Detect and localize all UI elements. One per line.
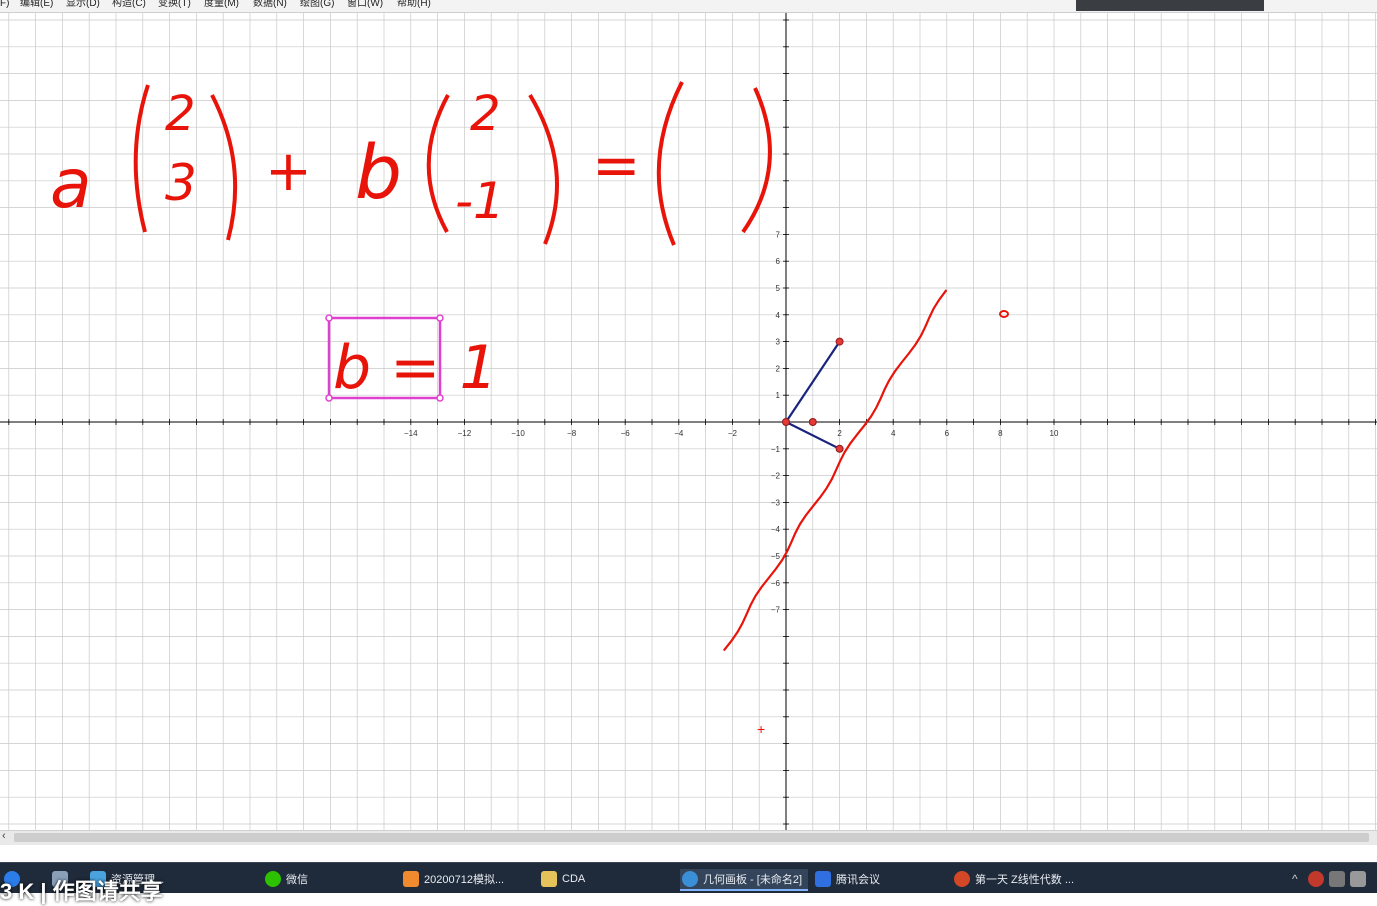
x-tick-label: 10 xyxy=(1050,429,1059,438)
y-tick-label: 3 xyxy=(776,338,781,347)
tray-volume-icon xyxy=(1349,871,1366,887)
vec2-top: 2 xyxy=(470,86,501,142)
menu-graph[interactable]: 绘图(G) xyxy=(300,0,334,11)
y-tick-label: 1 xyxy=(776,391,781,400)
taskbar: 资源管理... 微信 20200712模拟... CDA 几何画板 - [未命名… xyxy=(0,862,1377,893)
graph-point[interactable] xyxy=(808,418,817,426)
vec1-bottom: 3 xyxy=(165,154,197,212)
x-axis-tick-labels: −14 −12 −10 −8 −6 −4 −2 2 4 6 8 10 xyxy=(404,429,1059,438)
x-tick-label: 2 xyxy=(837,429,842,438)
x-tick-label: −2 xyxy=(728,429,738,438)
y-tick-label: −6 xyxy=(771,579,781,588)
coef-b: b xyxy=(355,130,402,216)
taskbar-item-cda[interactable]: CDA xyxy=(541,869,585,889)
menu-transform[interactable]: 变换(T) xyxy=(158,0,191,11)
equals-sign: = xyxy=(592,131,641,199)
scroll-left-icon[interactable]: ‹ xyxy=(2,830,6,842)
axes xyxy=(0,13,1377,830)
menu-window[interactable]: 窗口(W) xyxy=(347,0,383,11)
right-paren-2 xyxy=(528,93,559,245)
graph-canvas[interactable]: −14 −12 −10 −8 −6 −4 −2 2 4 6 8 10 7654321−1−2−3−4−… xyxy=(0,13,1377,830)
y-tick-label: 5 xyxy=(776,284,781,293)
taskbar-item-wechat[interactable]: 微信 xyxy=(265,869,308,889)
y-tick-label: −4 xyxy=(771,525,781,534)
taskbar-item-document[interactable]: 20200712模拟... xyxy=(403,869,504,889)
vec1-top: 2 xyxy=(165,86,196,142)
x-tick-label: −6 xyxy=(621,429,631,438)
left-paren-2 xyxy=(426,94,450,233)
scrollbar-thumb[interactable] xyxy=(14,833,1369,842)
note-handle-tl[interactable] xyxy=(325,314,333,322)
tray-app-icon xyxy=(1307,871,1324,887)
menu-view[interactable]: 显示(D) xyxy=(66,0,100,11)
meeting-overlay-bar[interactable] xyxy=(1076,0,1264,11)
x-tick-label: −8 xyxy=(567,429,577,438)
x-tick-label: 6 xyxy=(945,429,950,438)
video-caption: 3 K | 作图请共享 xyxy=(0,879,163,904)
y-tick-label: −7 xyxy=(771,606,781,615)
x-tick-label: −4 xyxy=(674,429,684,438)
meeting-icon xyxy=(815,871,831,887)
note-handle-tr[interactable] xyxy=(436,314,444,322)
vec2-bottom: -1 xyxy=(455,172,505,230)
hand-drawn-line xyxy=(723,289,947,651)
left-paren-1 xyxy=(133,84,150,233)
menu-file[interactable]: F) xyxy=(0,0,9,11)
taskbar-item-tencent-meeting[interactable]: 腾讯会议 xyxy=(815,869,880,889)
ink-cross-mark: + xyxy=(757,721,765,737)
y-tick-label: 4 xyxy=(776,311,781,320)
folder-icon xyxy=(541,871,557,887)
document-icon xyxy=(403,871,419,887)
x-tick-label: 8 xyxy=(998,429,1003,438)
tray-chevron-icon: ^ xyxy=(1292,872,1298,886)
taskbar-item-slides[interactable]: 第一天 Z线性代数 ... xyxy=(954,869,1074,889)
right-paren-1 xyxy=(210,94,238,241)
y-tick-label: 6 xyxy=(776,257,781,266)
graph-point[interactable] xyxy=(835,337,844,346)
tray-network-icon xyxy=(1328,871,1345,887)
right-paren-3 xyxy=(741,87,772,234)
y-tick-label: −3 xyxy=(771,498,781,507)
powerpoint-icon xyxy=(954,871,970,887)
boxed-note[interactable]: b = 1 xyxy=(325,314,498,403)
y-tick-label: −1 xyxy=(771,445,781,454)
x-tick-label: −12 xyxy=(458,429,472,438)
x-tick-label: 4 xyxy=(891,429,896,438)
y-tick-label: −2 xyxy=(771,472,781,481)
ink-dot-mark xyxy=(999,310,1009,318)
menu-help[interactable]: 帮助(H) xyxy=(397,0,431,11)
graph-point[interactable] xyxy=(835,444,844,453)
handwritten-equation: a 2 3 + b 2 -1 = xyxy=(50,81,772,246)
plus-sign: + xyxy=(265,139,312,204)
y-tick-label: −5 xyxy=(771,552,781,561)
system-tray[interactable]: ^ xyxy=(1292,869,1371,889)
graph-point[interactable] xyxy=(782,418,790,426)
menu-measure[interactable]: 度量(M) xyxy=(204,0,239,11)
menu-construct[interactable]: 构造(C) xyxy=(112,0,146,11)
x-tick-label: −10 xyxy=(511,429,525,438)
coef-a: a xyxy=(50,145,92,224)
horizontal-scrollbar[interactable]: ‹ xyxy=(0,830,1377,845)
menu-edit[interactable]: 编辑(E) xyxy=(20,0,53,11)
note-handle-bl[interactable] xyxy=(325,394,333,402)
taskbar-item-sketchpad[interactable]: 几何画板 - [未命名2] xyxy=(680,869,809,891)
menu-data[interactable]: 数据(N) xyxy=(253,0,287,11)
sketchpad-icon xyxy=(682,871,698,887)
y-tick-label: 2 xyxy=(776,364,781,373)
wechat-icon xyxy=(265,871,281,887)
y-tick-label: 7 xyxy=(776,230,781,239)
note-text: b = 1 xyxy=(333,333,498,403)
x-tick-label: −14 xyxy=(404,429,418,438)
